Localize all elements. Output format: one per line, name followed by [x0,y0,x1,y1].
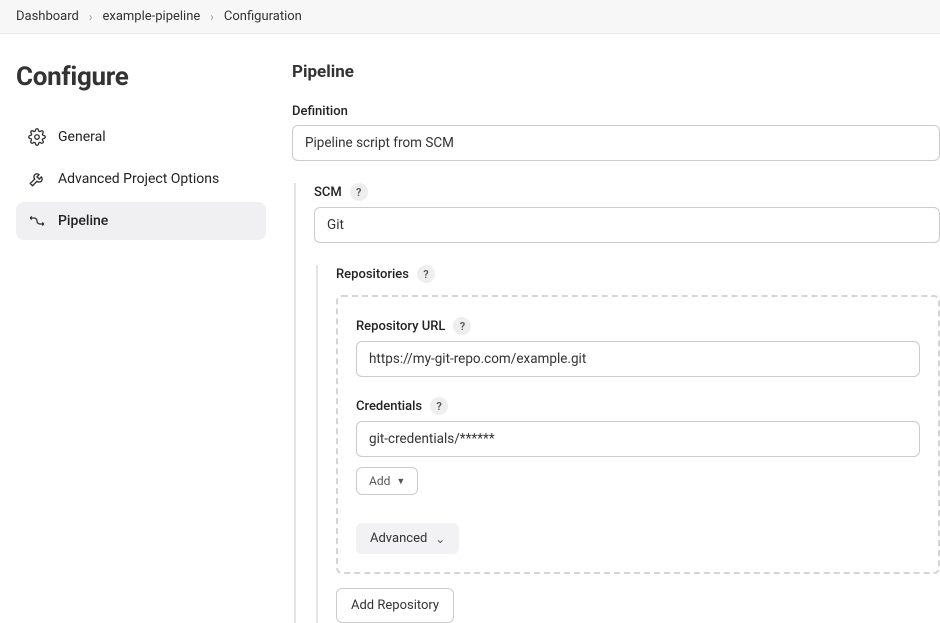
breadcrumb: Dashboard › example-pipeline › Configura… [0,0,940,34]
wrench-icon [28,170,46,188]
page-title: Configure [16,62,276,92]
pipeline-icon [28,212,46,230]
sidebar-item-label: General [58,129,106,145]
sidebar: Configure General Advanced Project Optio… [16,62,276,623]
definition-label: Definition [292,104,348,119]
section-heading: Pipeline [292,62,940,82]
sidebar-item-pipeline[interactable]: Pipeline [16,202,266,240]
scm-select[interactable] [314,207,940,243]
definition-select[interactable] [292,125,940,161]
credentials-select[interactable] [356,421,920,457]
breadcrumb-item-dashboard[interactable]: Dashboard [16,9,79,24]
repositories-label: Repositories [336,267,409,282]
help-icon[interactable]: ? [350,183,368,201]
sidebar-item-label: Advanced Project Options [58,171,219,187]
chevron-right-icon: › [210,10,214,24]
help-icon[interactable]: ? [417,265,435,283]
add-credentials-button[interactable]: Add ▼ [356,467,418,495]
chevron-right-icon: › [89,10,93,24]
add-repository-button[interactable]: Add Repository [336,588,454,623]
sidebar-item-general[interactable]: General [16,118,266,156]
advanced-label: Advanced [370,531,427,546]
content-area: Pipeline Definition SCM ? Repositories [276,62,940,623]
repository-entry: Repository URL ? Credentials ? [336,295,940,574]
repo-url-input[interactable] [356,341,920,377]
breadcrumb-item-pipeline[interactable]: example-pipeline [102,9,200,24]
chevron-down-icon: ⌄ [435,532,445,546]
help-icon[interactable]: ? [430,397,448,415]
help-icon[interactable]: ? [453,317,471,335]
repo-url-label: Repository URL [356,319,445,334]
scm-label: SCM [314,185,342,200]
sidebar-item-advanced[interactable]: Advanced Project Options [16,160,266,198]
breadcrumb-item-current: Configuration [224,9,302,24]
advanced-toggle-button[interactable]: Advanced ⌄ [356,523,459,554]
sidebar-item-label: Pipeline [58,213,108,229]
add-repository-label: Add Repository [351,598,439,613]
add-button-label: Add [369,474,390,488]
gear-icon [28,128,46,146]
credentials-label: Credentials [356,399,422,414]
caret-down-icon: ▼ [396,476,405,487]
